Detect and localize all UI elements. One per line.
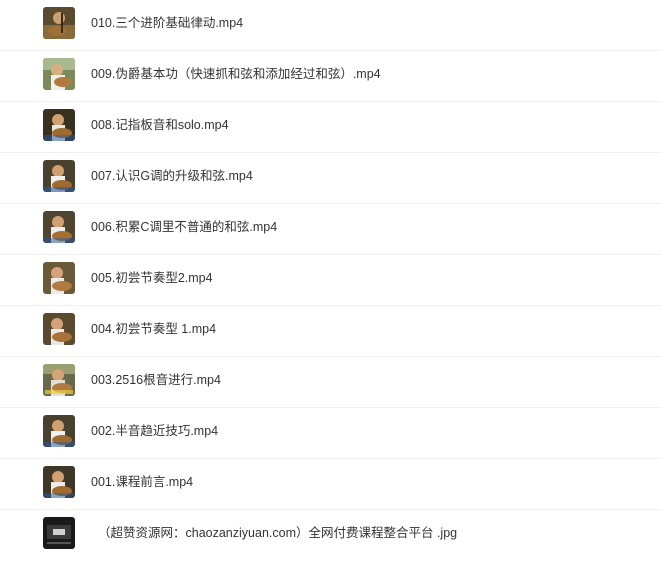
file-name: 010.三个进阶基础律动.mp4 xyxy=(91,16,244,30)
file-name: 003.2516根音进行.mp4 xyxy=(91,373,221,387)
file-row[interactable]: 009.伪爵基本功（快速抓和弦和添加经过和弦）.mp4 xyxy=(0,51,662,102)
video-thumbnail-icon xyxy=(43,466,75,498)
video-thumbnail-icon xyxy=(43,58,75,90)
file-name: 006.积累C调里不普通的和弦.mp4 xyxy=(91,220,278,234)
file-row[interactable]: 005.初尝节奏型2.mp4 xyxy=(0,255,662,306)
file-name: 001.课程前言.mp4 xyxy=(91,475,194,489)
file-name: （超赞资源网：chaozanziyuan.com）全网付费课程整合平台 .jpg xyxy=(98,526,458,540)
file-name: 005.初尝节奏型2.mp4 xyxy=(91,271,213,285)
file-row[interactable]: 006.积累C调里不普通的和弦.mp4 xyxy=(0,204,662,255)
video-thumbnail-icon xyxy=(43,415,75,447)
video-thumbnail-icon xyxy=(43,109,75,141)
file-row[interactable]: （超赞资源网：chaozanziyuan.com）全网付费课程整合平台 .jpg xyxy=(0,510,662,561)
video-thumbnail-icon xyxy=(43,364,75,396)
video-thumbnail-icon xyxy=(43,211,75,243)
file-row[interactable]: 004.初尝节奏型 1.mp4 xyxy=(0,306,662,357)
video-thumbnail-icon xyxy=(43,7,75,39)
file-list: 010.三个进阶基础律动.mp4 009.伪爵基本功（快速抓和弦和添加经过和弦）… xyxy=(0,0,662,551)
file-name: 002.半音趋近技巧.mp4 xyxy=(91,424,219,438)
file-row[interactable]: 008.记指板音和solo.mp4 xyxy=(0,102,662,153)
file-row[interactable]: 007.认识G调的升级和弦.mp4 xyxy=(0,153,662,204)
file-row[interactable]: 003.2516根音进行.mp4 xyxy=(0,357,662,408)
video-thumbnail-icon xyxy=(43,313,75,345)
file-row[interactable]: 010.三个进阶基础律动.mp4 xyxy=(0,0,662,51)
file-name: 009.伪爵基本功（快速抓和弦和添加经过和弦）.mp4 xyxy=(91,67,381,81)
file-row[interactable]: 002.半音趋近技巧.mp4 xyxy=(0,408,662,459)
file-name: 007.认识G调的升级和弦.mp4 xyxy=(91,169,253,183)
file-row[interactable]: 001.课程前言.mp4 xyxy=(0,459,662,510)
file-name: 008.记指板音和solo.mp4 xyxy=(91,118,229,132)
file-name: 004.初尝节奏型 1.mp4 xyxy=(91,322,217,336)
video-thumbnail-icon xyxy=(43,160,75,192)
image-thumbnail-icon xyxy=(43,517,75,549)
video-thumbnail-icon xyxy=(43,262,75,294)
